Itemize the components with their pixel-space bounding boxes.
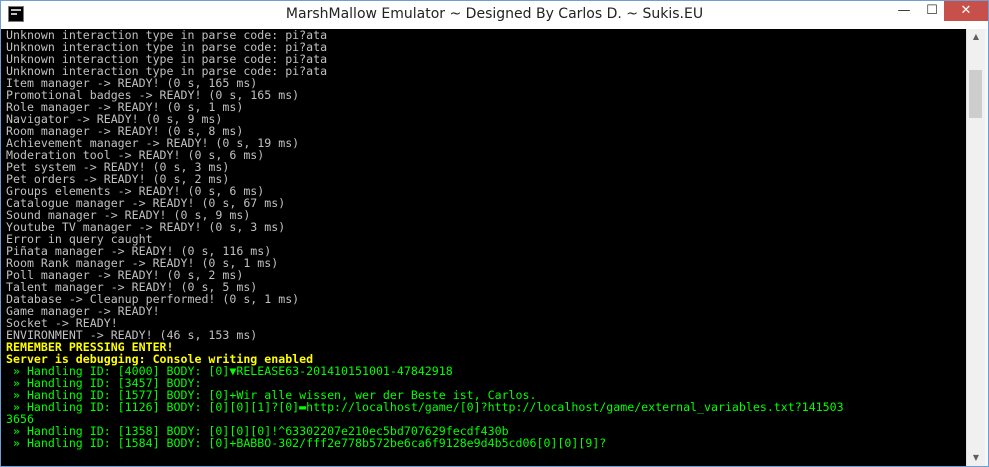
- scroll-up-arrow-icon[interactable]: ▲: [967, 29, 985, 45]
- title-bar[interactable]: MarshMallow Emulator ~ Designed By Carlo…: [1, 1, 988, 29]
- minimize-button[interactable]: —: [891, 1, 917, 21]
- console-line: » Handling ID: [1584] BODY: [0]+BABBO-30…: [6, 436, 607, 450]
- console-line: Game manager -> READY!: [6, 304, 160, 318]
- scroll-down-arrow-icon[interactable]: ▼: [967, 450, 985, 466]
- window-title: MarshMallow Emulator ~ Designed By Carlo…: [285, 6, 704, 22]
- console-lines: Unknown interaction type in parse code: …: [6, 29, 844, 449]
- console-line: » Handling ID: [1126] BODY: [0][0][1]?[0…: [6, 400, 844, 414]
- scroll-thumb[interactable]: [969, 70, 982, 118]
- vertical-scrollbar[interactable]: ▲ ▼: [966, 29, 985, 466]
- console-output[interactable]: Unknown interaction type in parse code: …: [1, 29, 966, 466]
- close-button[interactable]: ✕: [944, 1, 988, 21]
- maximize-button[interactable]: ☐: [919, 1, 945, 21]
- emulator-window: MarshMallow Emulator ~ Designed By Carlo…: [0, 0, 989, 467]
